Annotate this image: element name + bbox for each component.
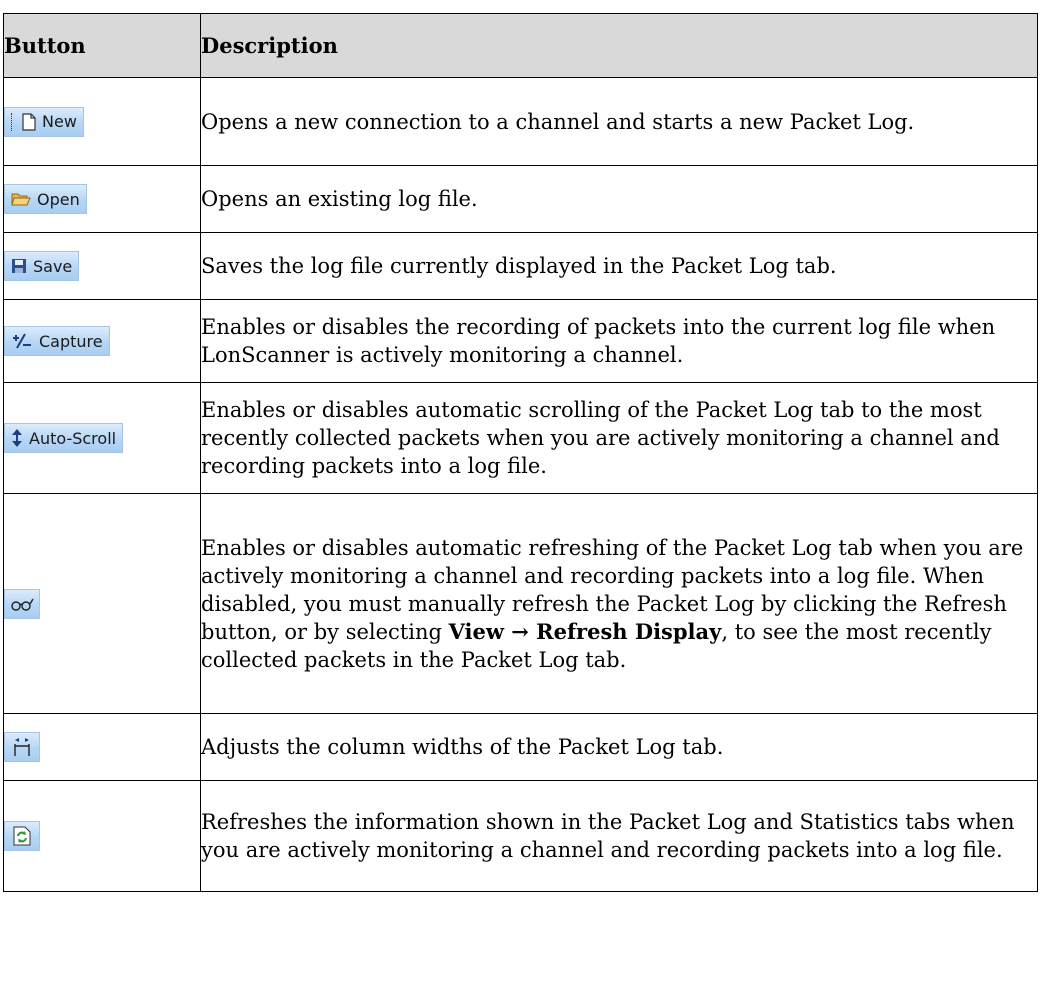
toolbar-grip <box>11 112 14 131</box>
table-row: Auto-Scroll Enables or disables automati… <box>3 382 1038 494</box>
table-row: Refreshes the information shown in the P… <box>3 780 1038 892</box>
save-button[interactable]: Save <box>4 251 80 281</box>
button-column-header: Button <box>3 13 201 78</box>
vertical-arrows-icon <box>11 428 23 448</box>
description-cell: Saves the log file currently displayed i… <box>200 232 1038 300</box>
auto-refresh-button[interactable] <box>4 588 40 619</box>
description-column-header: Description <box>200 13 1038 78</box>
button-cell: New <box>3 77 201 166</box>
button-cell <box>3 713 201 781</box>
capture-button[interactable]: Capture <box>4 326 110 356</box>
refresh-icon <box>13 826 31 846</box>
button-cell: Open <box>3 165 201 233</box>
button-cell: Save <box>3 232 201 300</box>
description-cell: Opens a new connection to a channel and … <box>200 77 1038 166</box>
new-document-icon <box>22 112 36 131</box>
button-cell: Auto-Scroll <box>3 382 201 494</box>
button-cell: Capture <box>3 299 201 383</box>
refresh-button[interactable] <box>4 821 40 851</box>
description-cell: Enables or disables automatic scrolling … <box>200 382 1038 494</box>
table-row: Adjusts the column widths of the Packet … <box>3 713 1038 781</box>
capture-button-label: Capture <box>39 331 103 351</box>
table-row: New Opens a new connection to a channel … <box>3 77 1038 166</box>
adjust-columns-button[interactable] <box>4 732 40 762</box>
description-cell: Refreshes the information shown in the P… <box>200 780 1038 892</box>
open-button[interactable]: Open <box>4 184 87 214</box>
auto-scroll-button[interactable]: Auto-Scroll <box>4 423 124 453</box>
table-header-row: Button Description <box>3 13 1038 78</box>
menu-path: View → Refresh Display <box>448 618 722 644</box>
table-row: Save Saves the log file currently displa… <box>3 232 1038 300</box>
open-folder-icon <box>11 191 31 207</box>
column-width-icon <box>12 737 32 757</box>
description-cell: Enables or disables the recording of pac… <box>200 299 1038 383</box>
auto-scroll-button-label: Auto-Scroll <box>29 428 117 448</box>
button-cell <box>3 780 201 892</box>
description-cell: Opens an existing log file. <box>200 165 1038 233</box>
button-description-table: Button Description New Opens a new conne… <box>3 13 1038 892</box>
save-button-label: Save <box>33 256 73 276</box>
new-button[interactable]: New <box>4 106 84 137</box>
glasses-icon <box>10 597 34 611</box>
new-button-label: New <box>42 112 77 131</box>
button-cell <box>3 493 201 714</box>
description-cell: Adjusts the column widths of the Packet … <box>200 713 1038 781</box>
open-button-label: Open <box>37 189 80 209</box>
table-row: Enables or disables automatic refreshing… <box>3 493 1038 714</box>
table-row: Open Opens an existing log file. <box>3 165 1038 233</box>
table-row: Capture Enables or disables the recordin… <box>3 299 1038 383</box>
floppy-disk-icon <box>11 258 27 274</box>
capture-icon <box>11 333 33 349</box>
description-cell: Enables or disables automatic refreshing… <box>200 493 1038 714</box>
